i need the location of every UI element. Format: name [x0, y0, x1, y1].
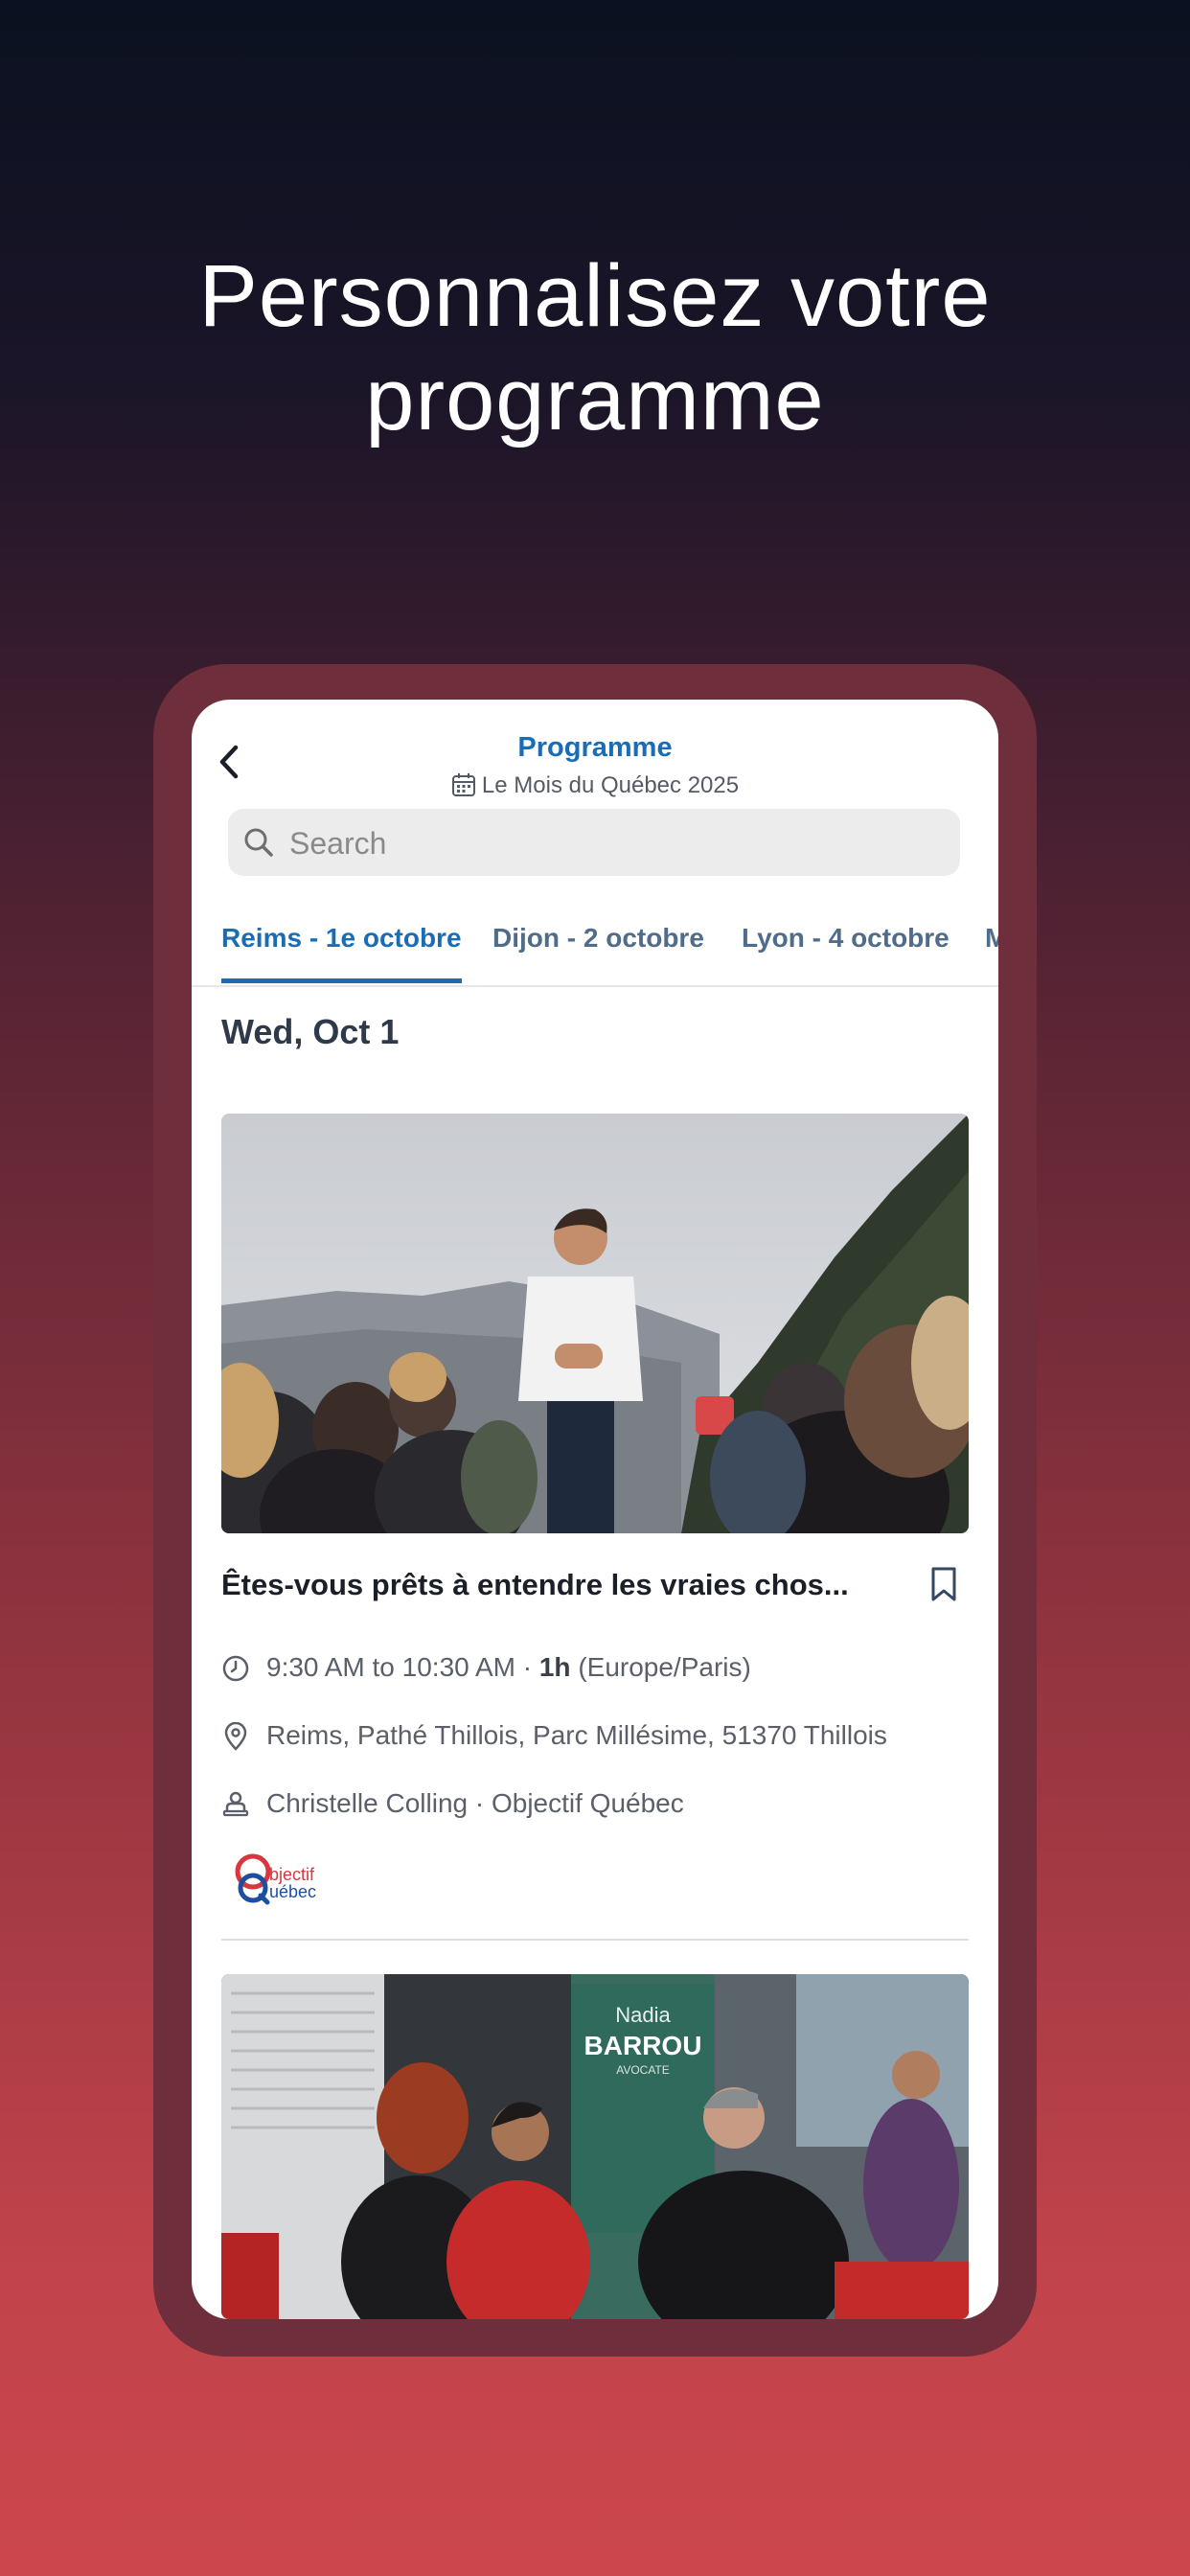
- date-tabs: Reims - 1e octobre Dijon - 2 octobre Lyo…: [192, 908, 998, 987]
- bookmark-button[interactable]: [929, 1566, 958, 1607]
- organizer-logo: bjectif uébec: [232, 1850, 337, 1907]
- speaker-icon: [222, 1791, 249, 1817]
- app-screen: Programme Le Mois du Québec 2025 Reims -…: [192, 700, 998, 2319]
- event-speaker-text: Christelle Colling · Objectif Québec: [266, 1788, 684, 1818]
- event-photo-2[interactable]: Nadia BARROU AVOCATE: [221, 1974, 969, 2319]
- logo-word-2: uébec: [269, 1882, 316, 1901]
- sign-line-3: AVOCATE: [616, 2063, 670, 2077]
- search-bar[interactable]: [228, 809, 960, 876]
- clock-icon: [222, 1655, 249, 1682]
- logo-word-1: bjectif: [269, 1865, 315, 1884]
- calendar-icon: [451, 773, 475, 796]
- headline-line-2: programme: [365, 351, 825, 448]
- page-title: Programme: [517, 732, 673, 763]
- day-heading: Wed, Oct 1: [221, 1012, 400, 1051]
- search-icon: [244, 828, 273, 857]
- tab-lyon[interactable]: Lyon - 4 octobre: [742, 908, 950, 983]
- headline-line-1: Personnalisez votre: [198, 247, 992, 345]
- top-bar: Programme Le Mois du Québec 2025: [192, 700, 998, 815]
- bookmark-icon: [931, 1567, 956, 1601]
- event-time-range: 9:30 AM to 10:30 AM: [266, 1652, 515, 1682]
- event-location-text: Reims, Pathé Thillois, Parc Millésime, 5…: [266, 1720, 887, 1750]
- event-series-name: Le Mois du Québec 2025: [481, 772, 740, 798]
- sign-line-1: Nadia: [615, 2003, 671, 2027]
- event-duration: 1h: [538, 1652, 571, 1682]
- page-subtitle: Le Mois du Québec 2025: [192, 772, 998, 799]
- tab-next[interactable]: M: [985, 908, 998, 983]
- headline: Personnalisez votre programme: [0, 244, 1190, 451]
- event-photo[interactable]: [221, 1114, 969, 1533]
- event-title[interactable]: Êtes-vous prêts à entendre les vraies ch…: [221, 1568, 873, 1602]
- sign-line-2: BARROU: [584, 2031, 702, 2060]
- event-divider: [221, 1939, 969, 1941]
- event-timezone: (Europe/Paris): [578, 1652, 751, 1682]
- meta-separator: ·: [522, 1652, 533, 1682]
- tab-reims[interactable]: Reims - 1e octobre: [221, 908, 462, 983]
- tab-dijon[interactable]: Dijon - 2 octobre: [492, 908, 704, 983]
- location-pin-icon: [224, 1722, 247, 1751]
- search-input[interactable]: [287, 816, 943, 870]
